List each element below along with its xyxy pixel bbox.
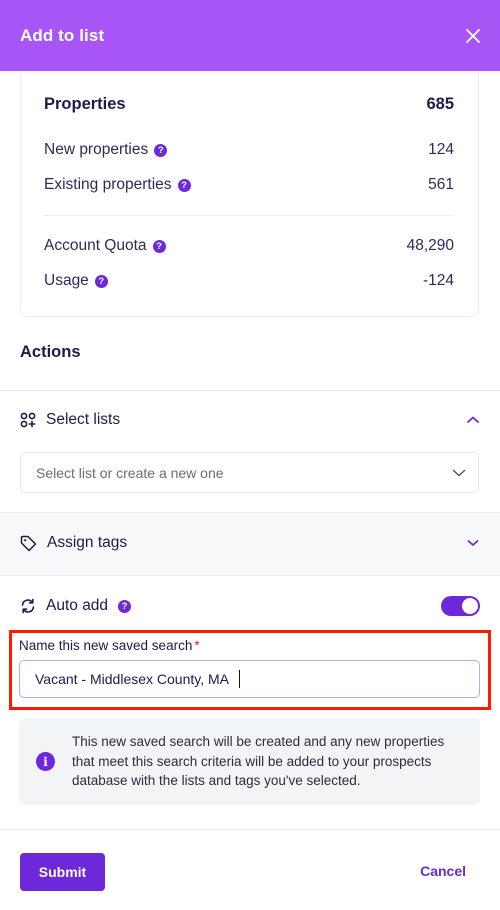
divider <box>0 390 500 391</box>
existing-properties-row: Existing properties ? 561 <box>44 176 454 194</box>
new-properties-label: New properties <box>44 141 149 158</box>
cancel-button[interactable]: Cancel <box>420 863 466 879</box>
new-properties-row: New properties ? 124 <box>44 141 454 159</box>
divider <box>0 829 500 830</box>
close-icon <box>466 28 480 43</box>
account-quota-value: 48,290 <box>406 237 454 254</box>
existing-properties-label: Existing properties <box>44 176 172 193</box>
properties-label: Properties <box>44 95 126 113</box>
usage-label: Usage <box>44 272 89 289</box>
usage-value: -124 <box>422 272 454 289</box>
assign-tags-label: Assign tags <box>47 534 128 551</box>
actions-heading: Actions <box>20 343 81 361</box>
select-list-placeholder: Select list or create a new one <box>36 464 224 481</box>
properties-value: 685 <box>426 95 454 113</box>
existing-properties-value: 561 <box>428 176 454 193</box>
apps-add-icon <box>20 412 36 428</box>
select-lists-header[interactable]: Select lists <box>20 411 480 429</box>
info-text: This new saved search will be created an… <box>72 734 445 789</box>
help-icon[interactable]: ? <box>177 178 191 192</box>
help-icon[interactable]: ? <box>94 274 108 288</box>
refresh-icon <box>21 598 35 614</box>
usage-row: Usage ? -124 <box>44 272 454 290</box>
new-properties-value: 124 <box>428 141 454 158</box>
divider <box>0 575 500 576</box>
chevron-up-icon[interactable] <box>466 415 480 425</box>
info-callout: i This new saved search will be created … <box>19 718 480 805</box>
modal-title: Add to list <box>20 25 105 45</box>
close-button[interactable] <box>463 26 483 46</box>
text-cursor <box>239 670 240 688</box>
info-icon: i <box>36 752 55 771</box>
auto-add-label: Auto add <box>46 597 109 614</box>
account-quota-label: Account Quota <box>44 237 147 254</box>
saved-search-name-input[interactable] <box>19 660 480 698</box>
properties-row: Properties 685 <box>44 95 454 114</box>
help-icon[interactable]: ? <box>152 239 166 253</box>
required-marker: * <box>194 638 200 653</box>
help-icon[interactable]: ? <box>118 599 132 613</box>
select-list-dropdown[interactable]: Select list or create a new one <box>20 452 479 493</box>
submit-button[interactable]: Submit <box>20 853 105 891</box>
chevron-down-icon[interactable] <box>466 538 480 548</box>
assign-tags-header[interactable]: Assign tags <box>20 534 480 552</box>
toggle-knob <box>462 598 478 614</box>
modal-header: Add to list <box>0 0 500 71</box>
saved-search-name-label: Name this new saved search * <box>19 638 200 653</box>
help-icon[interactable]: ? <box>154 143 168 157</box>
properties-summary-card: Properties 685 New properties ? 124 Exis… <box>20 71 479 317</box>
divider <box>44 215 454 216</box>
tag-icon <box>20 535 37 551</box>
account-quota-row: Account Quota ? 48,290 <box>44 237 454 255</box>
chevron-down-icon <box>452 469 466 476</box>
auto-add-toggle[interactable] <box>441 596 480 616</box>
select-lists-label: Select lists <box>46 411 121 428</box>
auto-add-row: Auto add ? <box>20 596 480 616</box>
